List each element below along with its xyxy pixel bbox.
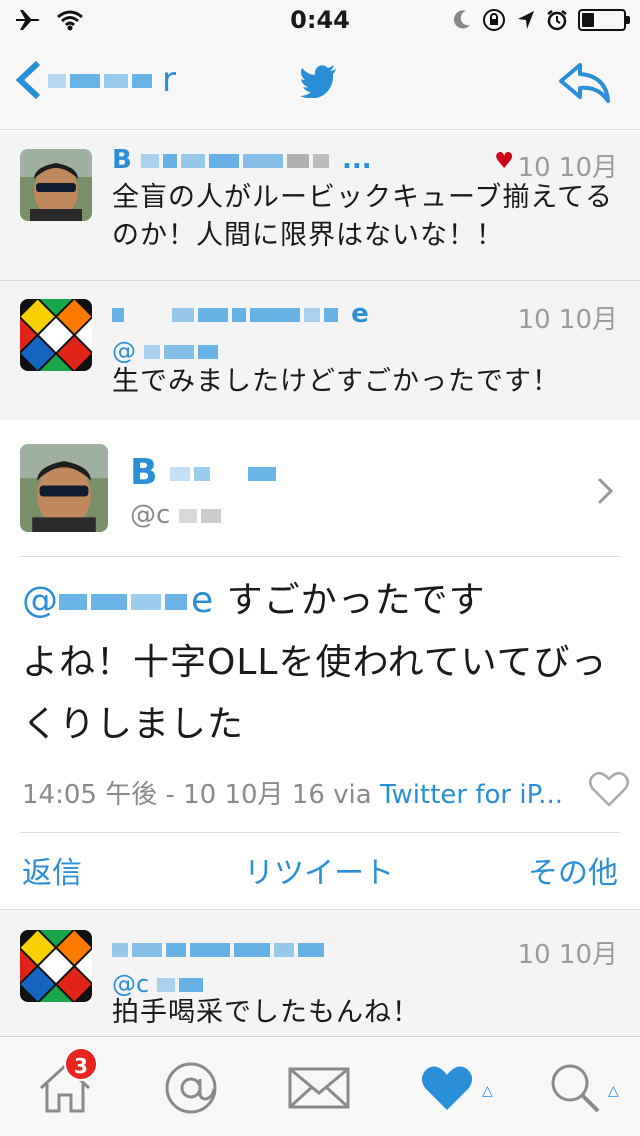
dropdown-triangle-icon[interactable]: △ [482, 1083, 493, 1099]
avatar[interactable] [20, 299, 92, 371]
at-sign-icon [165, 1062, 217, 1114]
back-button[interactable]: r [14, 60, 176, 100]
favorite-button[interactable] [588, 770, 630, 812]
tweet-row[interactable]: 10 10月 @c 拍手喝采でしたもんね！ [0, 910, 640, 1036]
tweet-date: 10 10月 [517, 940, 618, 970]
tab-home[interactable]: 3 [20, 1047, 110, 1123]
tweet-row[interactable]: B ... ♥ 10 10月 全盲の人がルービックキューブ揃えてるのか！人間に限… [0, 131, 640, 281]
tab-mentions[interactable] [146, 1053, 236, 1123]
location-arrow-icon [518, 11, 534, 29]
status-bar: 0:44 [0, 0, 640, 40]
detail-meta: 14:05 午後 - 10 10月 16 via Twitter for iP.… [22, 780, 564, 810]
tweet-author-handle[interactable]: @ [112, 337, 222, 365]
reply-icon [559, 63, 610, 103]
avatar[interactable] [20, 444, 108, 532]
tweet-author-name[interactable] [112, 934, 328, 964]
tab-bar: 3 △ △ [0, 1036, 640, 1136]
moon-icon [453, 10, 470, 29]
envelope-icon [288, 1067, 350, 1109]
more-action-button[interactable]: その他 [528, 848, 618, 892]
chevron-left-icon [15, 60, 41, 100]
detail-author-name[interactable]: B [130, 452, 280, 493]
search-icon [551, 1064, 600, 1113]
detail-author-handle[interactable]: @c [130, 500, 225, 530]
alarm-icon [547, 10, 567, 31]
tab-messages[interactable] [274, 1053, 364, 1123]
tweet-text: 生でみましたけどすごかったです！ [112, 366, 560, 397]
divider [20, 832, 620, 833]
back-label-redacted [48, 71, 156, 90]
avatar[interactable] [20, 149, 92, 221]
favorited-heart-icon: ♥ [494, 149, 514, 174]
retweet-action-button[interactable]: リツイート [244, 848, 394, 892]
back-label: r [162, 60, 176, 100]
tweet-author-name[interactable]: B ... [112, 145, 372, 175]
avatar[interactable] [20, 930, 92, 1002]
heart-outline-icon [589, 771, 629, 807]
chevron-right-icon[interactable] [596, 476, 614, 510]
twitter-bird-icon [300, 64, 338, 102]
mention-link[interactable]: @ e [22, 580, 227, 621]
reply-button[interactable] [558, 62, 612, 108]
rotation-lock-icon [483, 9, 505, 31]
navigation-bar: r [0, 40, 640, 130]
reply-action-button[interactable]: 返信 [22, 848, 82, 892]
tweet-text: 拍手喝采でしたもんね！ [112, 997, 420, 1028]
tweet-text: 全盲の人がルービックキューブ揃えてるのか！人間に限界はないな！！ [112, 182, 614, 251]
tweet-author-name[interactable]: e [112, 299, 369, 329]
dropdown-triangle-icon[interactable]: △ [608, 1083, 619, 1099]
tweet-row[interactable]: e 10 10月 @ 生でみましたけどすごかったです！ [0, 281, 640, 421]
tab-favorites[interactable] [402, 1053, 492, 1123]
via-link[interactable]: Twitter for iP... [380, 780, 563, 810]
notification-badge: 3 [64, 1047, 98, 1081]
battery-icon [578, 9, 630, 31]
tweet-actions: 返信 リツイート その他 [0, 848, 640, 910]
divider [20, 556, 620, 557]
tweet-detail: B @c @ e すごかったです よね！十字OLLを使われていてびっくりしました … [0, 420, 640, 910]
detail-tweet-text: @ e すごかったです よね！十字OLLを使われていてびっくりしました [22, 580, 608, 745]
tab-search[interactable] [530, 1053, 620, 1123]
heart-icon [421, 1066, 473, 1110]
tweet-date: 10 10月 [517, 305, 618, 335]
